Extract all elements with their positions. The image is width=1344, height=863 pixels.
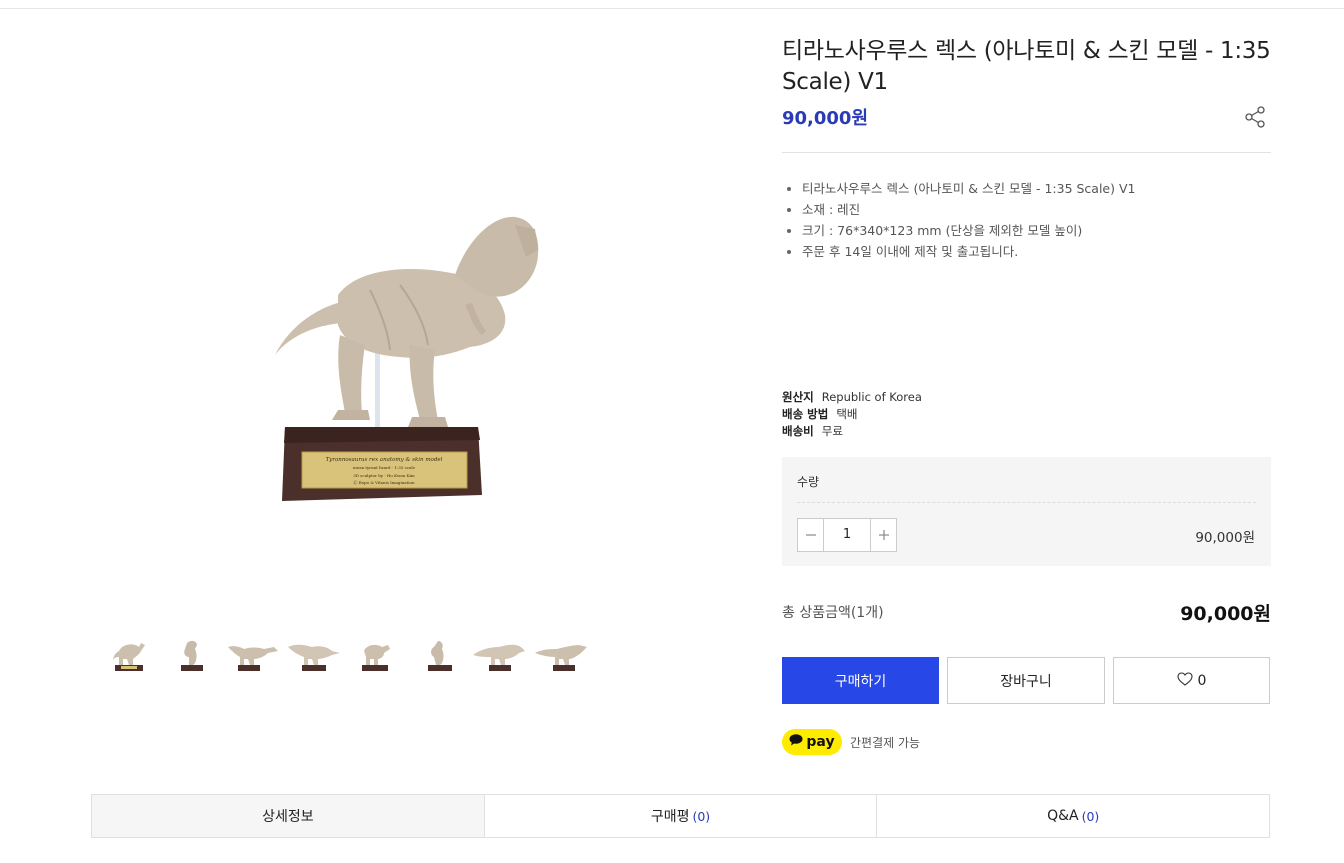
tab-count: (0) (1081, 808, 1100, 824)
thumbnail-5[interactable] (347, 631, 405, 679)
thumbnail-6[interactable] (409, 631, 467, 679)
kakaopay-badge[interactable]: pay (782, 729, 842, 755)
minus-icon[interactable] (798, 519, 823, 551)
tab-label: Q&A (1047, 808, 1079, 824)
cart-button[interactable]: 장바구니 (947, 657, 1105, 704)
info-row-shipping-fee: 배송비 무료 (782, 423, 922, 440)
info-value: Republic of Korea (821, 390, 922, 404)
quantity-divider (797, 502, 1256, 503)
heart-icon (1176, 671, 1193, 690)
speech-bubble-icon (789, 734, 803, 750)
info-key: 배송비 (782, 424, 814, 438)
description-item: 티라노사우루스 렉스 (아나토미 & 스킨 모델 - 1:35 Scale) V… (786, 178, 1135, 199)
plus-icon[interactable] (871, 519, 896, 551)
info-value: 택배 (836, 407, 858, 421)
product-tabs: 상세정보 구매평 (0) Q&A (0) (91, 794, 1270, 838)
main-product-image[interactable]: Tyrannosaurus rex anatomy & skin model m… (250, 195, 560, 515)
tab-count: (0) (692, 808, 711, 824)
quantity-input[interactable]: 1 (823, 519, 871, 551)
tab-qna[interactable]: Q&A (0) (876, 795, 1270, 837)
thumbnail-2[interactable] (162, 631, 220, 679)
plaque-line-3: 3D sculptor by · Ho Kwan Kim (353, 473, 415, 478)
info-row-shipping-method: 배송 방법 택배 (782, 406, 922, 423)
total-label: 총 상품금액(1개) (782, 605, 884, 621)
description-item: 소재 : 레진 (786, 199, 1135, 220)
info-value: 무료 (821, 424, 843, 438)
product-description-list: 티라노사우루스 렉스 (아나토미 & 스킨 모델 - 1:35 Scale) V… (786, 178, 1135, 262)
info-key: 원산지 (782, 390, 814, 404)
info-row-origin: 원산지 Republic of Korea (782, 389, 922, 406)
plaque-line-4: Ⓒ Ropo & Vilanis Imagination (353, 479, 415, 485)
kakaopay-text: 간편결제 가능 (850, 735, 921, 750)
product-title: 티라노사우루스 렉스 (아나토미 & 스킨 모델 - 1:35 Scale) V… (782, 38, 1271, 95)
description-item: 크기 : 76*340*123 mm (단상을 제외한 모델 높이) (786, 220, 1135, 241)
info-key: 배송 방법 (782, 407, 829, 421)
kakaopay-section: pay 간편결제 가능 (782, 729, 920, 755)
plaque-line-1: Tyrannosaurus rex anatomy & skin model (326, 457, 443, 463)
quantity-panel: 수량 1 90,000원 (782, 457, 1271, 566)
quantity-stepper: 1 (797, 518, 897, 552)
wishlist-count: 0 (1197, 672, 1207, 689)
thumbnail-strip (100, 630, 590, 680)
quantity-label: 수량 (797, 475, 820, 489)
tab-details[interactable]: 상세정보 (92, 795, 484, 837)
tab-reviews[interactable]: 구매평 (0) (483, 795, 877, 837)
total-price: 90,000원 (1180, 603, 1271, 625)
title-divider (782, 152, 1271, 153)
wishlist-button[interactable]: 0 (1113, 657, 1270, 704)
tab-label: 구매평 (650, 809, 690, 825)
thumbnail-8[interactable] (532, 631, 590, 679)
buy-button[interactable]: 구매하기 (782, 657, 939, 704)
description-item: 주문 후 14일 이내에 제작 및 출고됩니다. (786, 241, 1135, 262)
thumbnail-4[interactable] (285, 631, 343, 679)
plaque-line-2: mean tyrant lizard · 1:35 scale (353, 465, 416, 470)
line-price: 90,000원 (1195, 530, 1255, 546)
thumbnail-7[interactable] (471, 631, 529, 679)
share-icon[interactable] (1243, 105, 1267, 129)
thumbnail-3[interactable] (224, 631, 282, 679)
shipping-info: 원산지 Republic of Korea 배송 방법 택배 배송비 무료 (782, 389, 922, 440)
thumbnail-1[interactable] (100, 631, 158, 679)
top-divider (0, 8, 1344, 9)
product-price: 90,000원 (782, 108, 869, 129)
kakaopay-badge-label: pay (806, 734, 835, 750)
tab-label: 상세정보 (262, 809, 314, 825)
